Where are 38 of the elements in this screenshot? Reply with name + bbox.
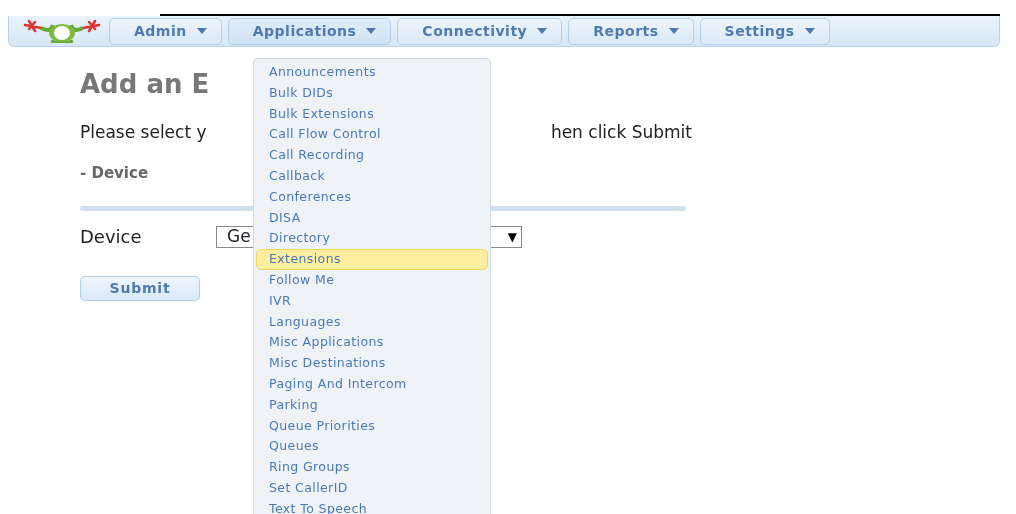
- menu-item[interactable]: Callback: [256, 166, 488, 187]
- section-label: - Device: [80, 162, 149, 184]
- submit-button[interactable]: Submit: [80, 276, 200, 302]
- caret-icon: [366, 28, 377, 34]
- menu-button[interactable]: Reports: [568, 17, 694, 45]
- menu-item[interactable]: Follow Me: [256, 269, 488, 291]
- frog-logo-icon[interactable]: [21, 19, 103, 43]
- menu-item[interactable]: Paging And Intercom: [256, 373, 488, 395]
- menu-item[interactable]: Queues: [256, 436, 488, 458]
- menu-item[interactable]: Conferences: [256, 186, 488, 208]
- menu-item[interactable]: Misc Destinations: [256, 353, 488, 374]
- menu-item[interactable]: Announcements: [256, 62, 488, 83]
- menu-item[interactable]: Languages: [256, 311, 488, 333]
- caret-icon: [668, 28, 679, 34]
- page-heading: Add an E: [80, 69, 210, 101]
- menu-button[interactable]: Connectivity: [397, 17, 563, 45]
- instruction-text: Please select y: [80, 121, 207, 145]
- menu-item[interactable]: IVR: [256, 290, 488, 312]
- menu-item[interactable]: Parking: [256, 394, 488, 416]
- menu-item[interactable]: Call Flow Control: [256, 124, 488, 146]
- caret-icon: [537, 28, 548, 34]
- menu-button[interactable]: Applications: [227, 17, 392, 45]
- menu-item[interactable]: Bulk Extensions: [256, 103, 488, 125]
- menu-item[interactable]: Directory: [256, 228, 488, 250]
- menu-item[interactable]: DISA: [256, 207, 488, 229]
- menu-button[interactable]: Admin: [109, 17, 222, 45]
- caret-icon: [196, 28, 207, 34]
- device-label: Device: [80, 225, 143, 250]
- menu-item[interactable]: Queue Priorities: [256, 415, 488, 437]
- menu-item[interactable]: Misc Applications: [256, 332, 488, 354]
- menu-button[interactable]: Settings: [699, 17, 830, 45]
- menu-item[interactable]: Ring Groups: [256, 457, 488, 478]
- caret-icon: [804, 28, 815, 34]
- menu-item[interactable]: Call Recording: [256, 145, 488, 166]
- menu-item[interactable]: Bulk DIDs: [256, 82, 488, 104]
- menu-item[interactable]: Extensions: [256, 249, 488, 270]
- instruction-text: hen click Submit: [550, 121, 692, 145]
- menu-item[interactable]: Set CallerID: [256, 477, 488, 499]
